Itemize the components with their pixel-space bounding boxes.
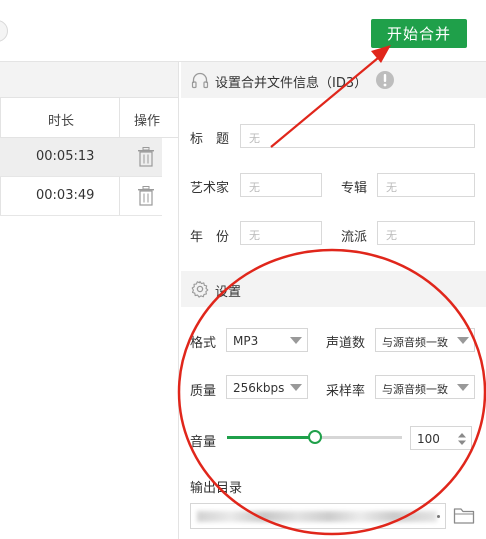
format-select-value: MP3	[233, 334, 259, 348]
toolbar-pill-edge[interactable]	[0, 20, 8, 42]
quality-select-value: 256kbps	[233, 381, 285, 395]
samplerate-select-value: 与源音频一致	[382, 383, 448, 396]
output-dir-label: 输出目录	[190, 481, 243, 496]
artist-input[interactable]: 无	[240, 173, 322, 197]
stepper-arrows-icon[interactable]	[457, 431, 467, 447]
output-dir-path-redacted	[197, 511, 437, 522]
column-header-action: 操作	[134, 114, 161, 129]
start-merge-button[interactable]: 开始合并	[371, 19, 467, 48]
channels-select[interactable]: 与源音频一致	[375, 328, 475, 352]
artist-label: 艺术家	[190, 181, 230, 196]
output-dir-dot	[437, 515, 440, 518]
samplerate-select[interactable]: 与源音频一致	[375, 375, 475, 399]
output-dir-field[interactable]	[190, 503, 446, 529]
channels-label: 声道数	[326, 336, 366, 351]
volume-stepper[interactable]: 100	[410, 426, 472, 450]
table-row[interactable]: 00:03:49	[0, 177, 162, 216]
chevron-down-icon	[290, 384, 302, 391]
top-toolbar: 开始合并	[0, 0, 486, 62]
genre-label: 流派	[341, 230, 368, 245]
chevron-down-icon	[457, 337, 469, 344]
chevron-down-icon	[290, 337, 302, 344]
folder-icon[interactable]	[453, 505, 475, 525]
volume-label: 音量	[190, 435, 217, 450]
row-duration: 00:05:13	[36, 149, 95, 164]
album-input[interactable]: 无	[377, 173, 475, 197]
album-label: 专辑	[341, 181, 368, 196]
file-list-panel: 时长 操作 00:05:13 00:03:49	[0, 62, 178, 539]
volume-slider-fill	[227, 436, 315, 439]
trash-icon[interactable]	[137, 186, 155, 206]
quality-select[interactable]: 256kbps	[226, 375, 308, 399]
trash-icon[interactable]	[137, 147, 155, 167]
gear-icon	[191, 280, 209, 298]
volume-slider-handle[interactable]	[308, 430, 322, 444]
genre-input[interactable]: 无	[377, 221, 475, 245]
id3-section-header: 设置合并文件信息（ID3）	[181, 62, 486, 98]
settings-section-header: 设置	[181, 271, 486, 307]
file-list-header-band	[0, 62, 178, 98]
table-row[interactable]: 00:05:13	[0, 138, 162, 177]
chevron-down-icon	[457, 384, 469, 391]
volume-value: 100	[417, 432, 440, 446]
samplerate-label: 采样率	[326, 384, 366, 399]
title-input[interactable]: 无	[240, 124, 475, 148]
year-input[interactable]: 无	[240, 221, 322, 245]
settings-panel: 设置合并文件信息（ID3） 标 题 无 艺术家 无 专辑 无 年 份 无 流派 …	[178, 62, 486, 539]
info-exclamation-icon[interactable]	[375, 70, 395, 90]
year-label: 年 份	[190, 230, 230, 245]
file-table-header: 时长 操作	[0, 98, 178, 138]
settings-section-title: 设置	[215, 285, 242, 300]
row-duration: 00:03:49	[36, 188, 95, 203]
format-label: 格式	[190, 336, 217, 351]
format-select[interactable]: MP3	[226, 328, 308, 352]
title-label: 标 题	[190, 132, 230, 147]
volume-slider[interactable]	[227, 430, 402, 444]
column-header-duration: 时长	[48, 114, 75, 129]
quality-label: 质量	[190, 384, 217, 399]
channels-select-value: 与源音频一致	[382, 336, 448, 349]
id3-section-title: 设置合并文件信息（ID3）	[215, 76, 368, 91]
headphones-icon	[191, 72, 209, 89]
